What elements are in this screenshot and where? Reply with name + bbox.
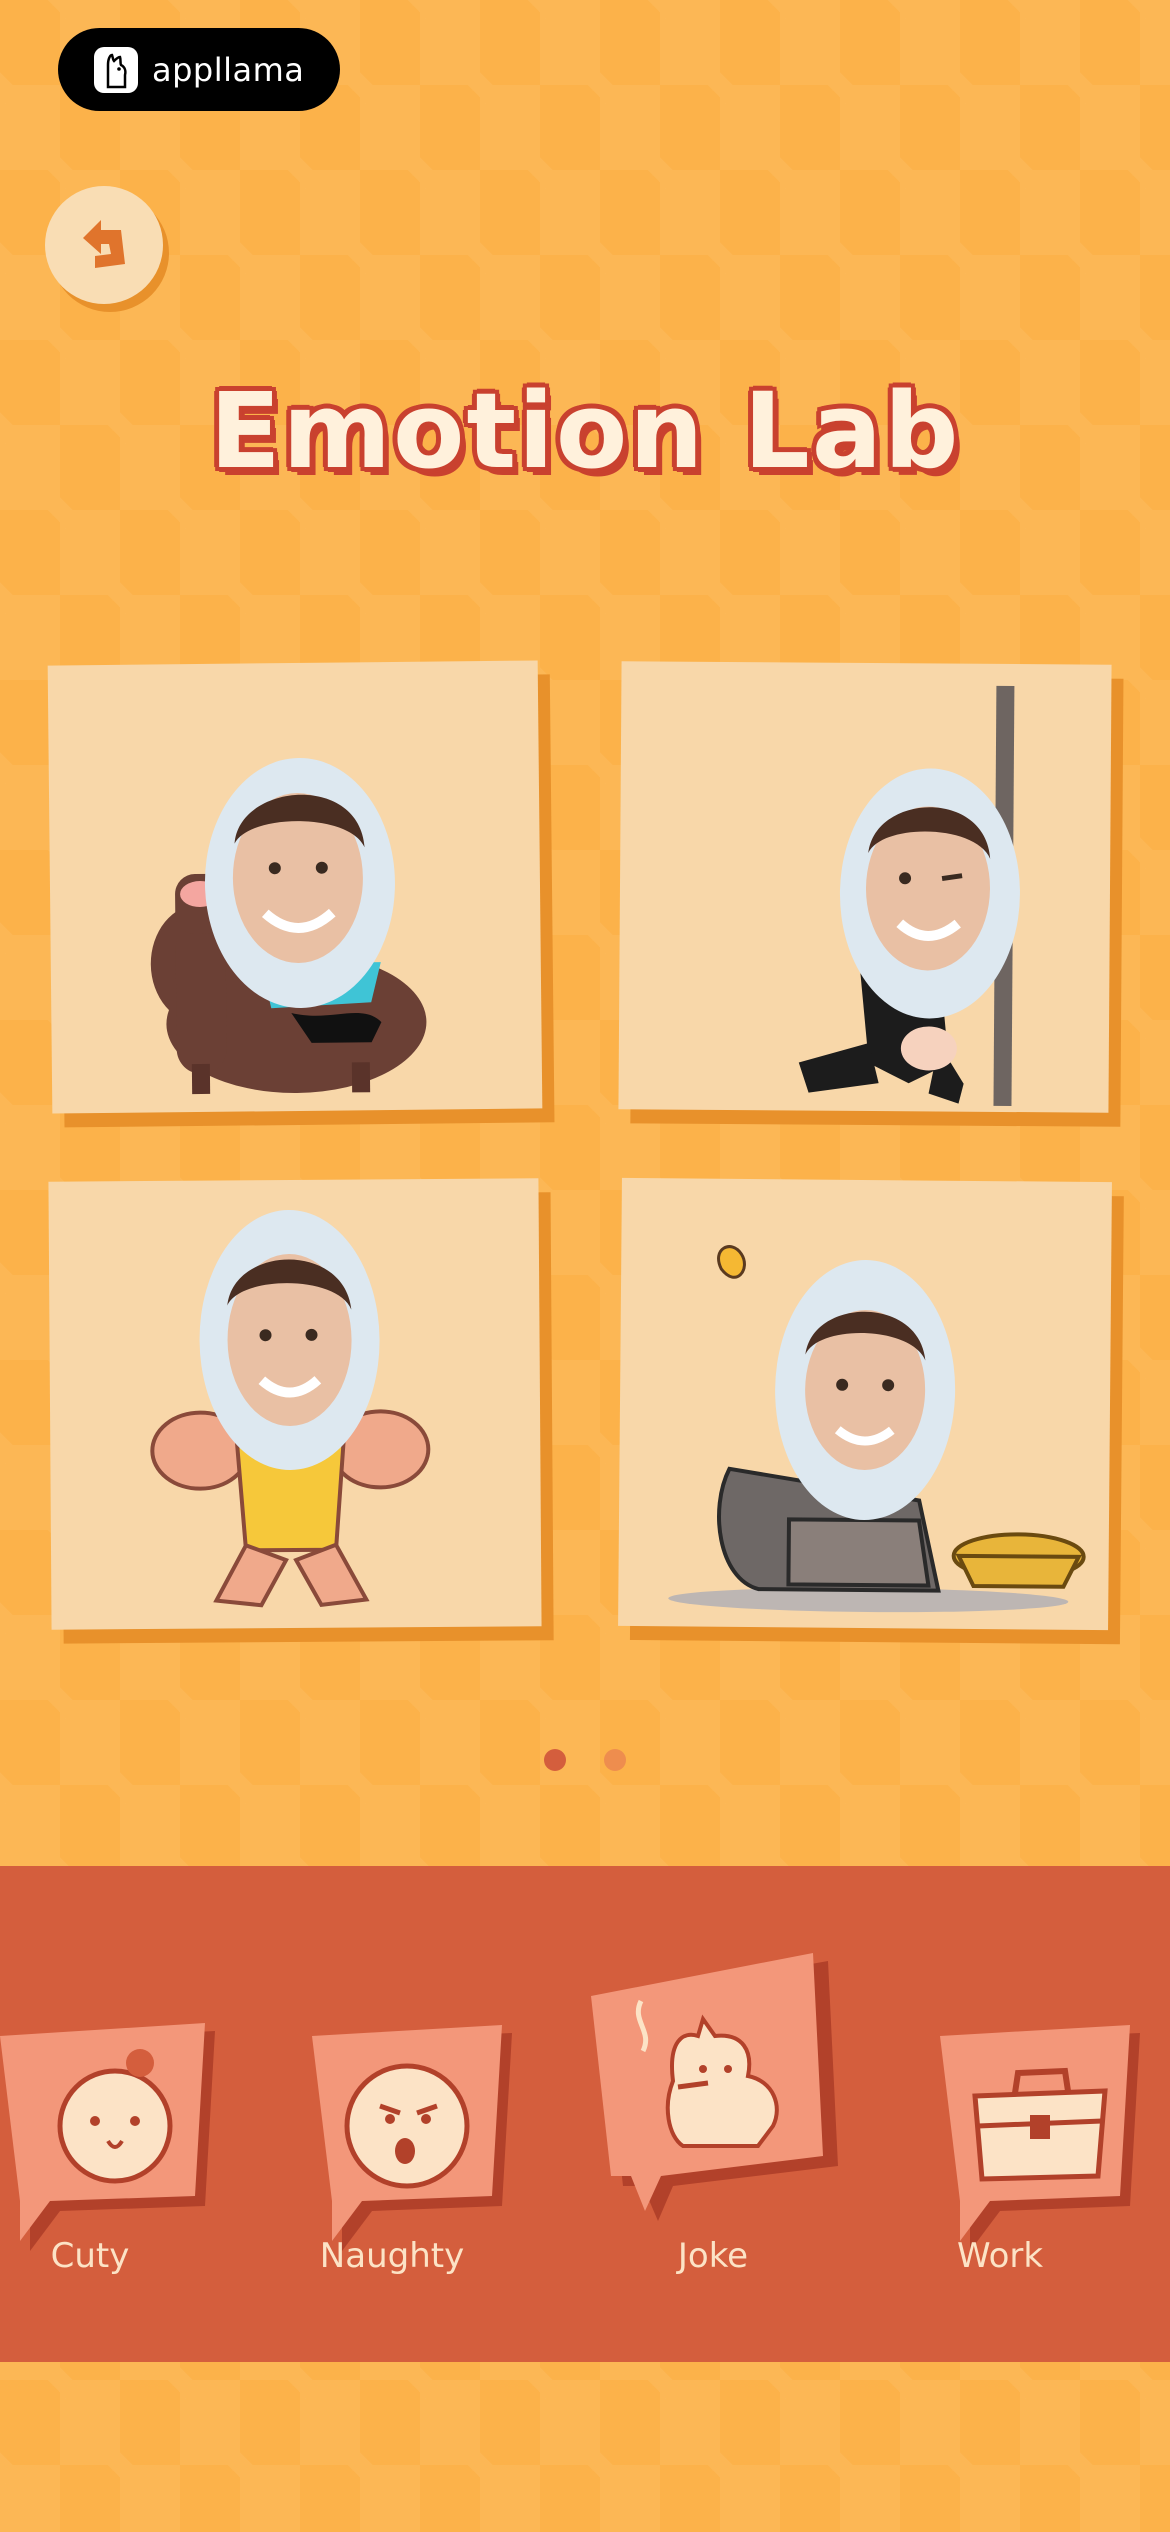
brand-badge: appllama — [58, 28, 340, 111]
pager-dot-1[interactable] — [544, 1749, 566, 1771]
briefcase-icon — [940, 2025, 1140, 2251]
llama-logo-icon — [94, 46, 138, 93]
category-joke[interactable]: Joke — [583, 1866, 843, 2362]
category-label-joke: Joke — [677, 2236, 749, 2276]
sticker-card-1[interactable] — [47, 660, 543, 1114]
category-work[interactable]: Work — [900, 1866, 1160, 2362]
cute-face-icon — [0, 2023, 215, 2251]
brand-name: appllama — [152, 50, 305, 89]
category-label-work: Work — [956, 2236, 1044, 2276]
naughty-face-icon — [312, 2025, 512, 2251]
sticker-card-3[interactable] — [48, 1178, 542, 1630]
category-cuty[interactable]: Cuty — [0, 1866, 220, 2362]
sticker-card-4[interactable] — [618, 1177, 1112, 1631]
sticker-card-2[interactable] — [618, 661, 1112, 1113]
face-on-llama-sticker — [150, 757, 427, 1095]
category-label-naughty: Naughty — [319, 2236, 465, 2276]
category-naughty[interactable]: Naughty — [272, 1866, 532, 2362]
smoking-llama-icon — [591, 1953, 838, 2221]
back-arrow-icon — [69, 208, 139, 282]
page-title: Emotion Lab — [209, 370, 961, 492]
pager-dot-2[interactable] — [604, 1749, 626, 1771]
face-sad-beggar-sticker — [668, 1245, 1086, 1613]
category-label-cuty: Cuty — [50, 2236, 130, 2276]
category-bar: Cuty Naughty Joke Work — [0, 1866, 1170, 2362]
face-pole-dancer-sticker — [798, 685, 1020, 1107]
back-button[interactable] — [45, 186, 163, 304]
face-bodybuilder-sticker — [150, 1210, 431, 1608]
